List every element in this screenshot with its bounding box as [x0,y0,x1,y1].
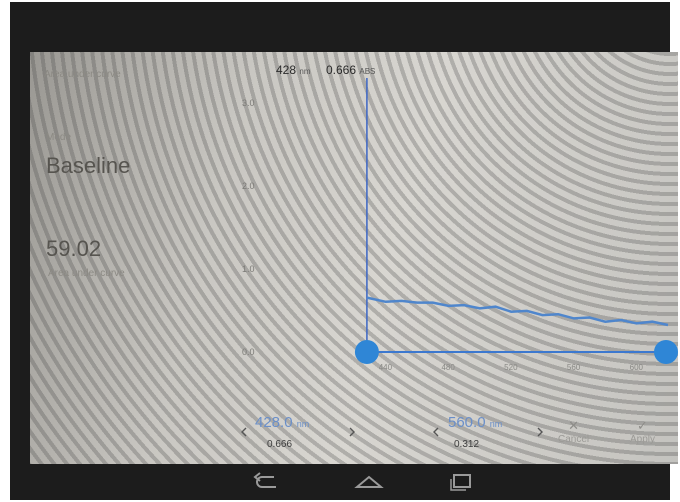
device-frame: Area under curve Mode Baseline 59.02 Are… [10,2,678,500]
end-decrease-button[interactable] [432,426,440,440]
home-button[interactable] [353,471,385,493]
recents-icon [450,474,471,491]
end-increase-button[interactable] [536,426,544,440]
mode-label: Mode [46,132,72,143]
range-start-field[interactable]: 428.0 nm [255,414,309,431]
system-nav-bar [10,464,670,500]
spectrum-line [366,296,669,327]
area-label: Area under curve [48,268,125,279]
cancel-button[interactable]: ✕ Cancel [558,418,589,445]
x-tick-group: 440 480 520 560 600 [379,363,644,372]
spectrum-chart[interactable]: 3.0 2.0 1.0 0.0 440 480 520 560 600 [228,72,678,402]
recents-button[interactable] [445,471,477,493]
y-tick-label: 0.0 [242,347,255,357]
apply-label: Apply [630,434,656,445]
cancel-label: Cancel [558,434,590,445]
x-tick-label: 440 [379,363,393,372]
y-tick-label: 2.0 [242,181,255,191]
y-tick-label: 1.0 [242,264,255,274]
range-start-abs: 0.666 [267,439,293,450]
close-icon: ✕ [568,418,580,433]
x-tick-label: 520 [504,363,518,372]
x-tick-label: 480 [441,363,455,372]
start-decrease-button[interactable] [240,426,248,440]
range-end-unit: nm [489,419,503,429]
check-icon: ✓ [637,418,648,433]
arrow-right-icon [349,427,355,437]
apply-button[interactable]: ✓ Apply [630,418,655,445]
area-value: 59.02 [46,236,102,261]
end-handle[interactable] [654,340,678,364]
arrow-left-icon [433,427,439,437]
back-icon [253,472,276,488]
range-end-abs: 0.312 [454,439,480,450]
start-increase-button[interactable] [348,426,356,440]
arrow-right-icon [537,427,543,437]
x-tick-label: 560 [567,363,581,372]
range-end-field[interactable]: 560.0 nm [448,414,502,431]
range-end-value: 560.0 [448,414,486,431]
start-handle[interactable] [354,340,379,364]
range-start-value: 428.0 [255,414,293,431]
app-screen: Area under curve Mode Baseline 59.02 Are… [30,52,678,464]
sidebar-header-label: Area under curve [44,69,121,80]
arrow-left-icon [241,427,247,437]
mode-value[interactable]: Baseline [46,153,130,179]
y-tick-label: 3.0 [242,98,255,108]
x-tick-label: 600 [630,363,644,372]
back-button[interactable] [250,471,282,493]
range-start-unit: nm [296,419,310,429]
home-icon [354,475,384,488]
y-tick-group: 3.0 2.0 1.0 0.0 [242,98,255,357]
